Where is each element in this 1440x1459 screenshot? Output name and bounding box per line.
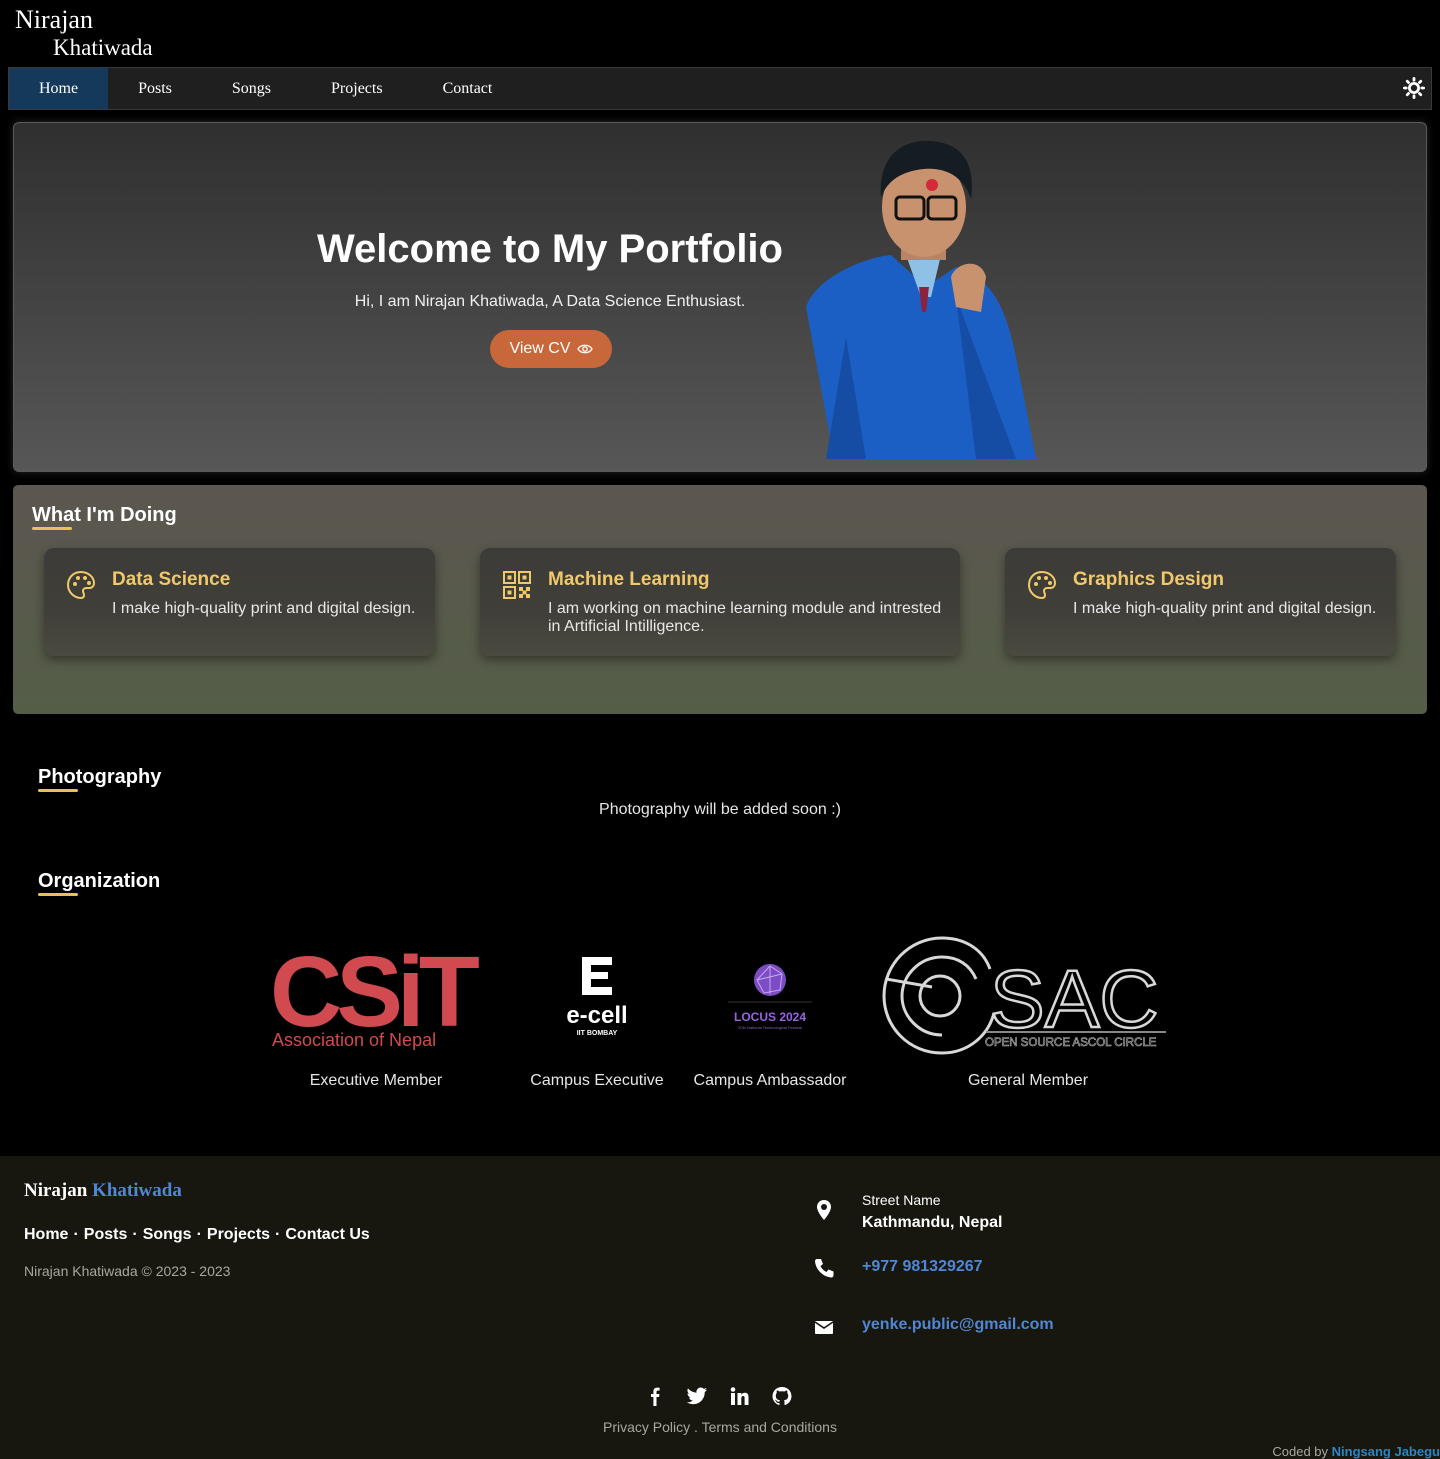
footer-link-home[interactable]: Home: [24, 1226, 68, 1244]
ecell-logo-sub: IIT BOMBAY: [577, 1030, 618, 1037]
coded-by: Coded by Ningsang Jabegu: [1272, 1444, 1440, 1459]
eye-icon: [576, 344, 593, 354]
photography-heading: Photography: [38, 766, 162, 788]
hero-title: Welcome to My Portfolio: [317, 227, 783, 271]
email-link[interactable]: yenke.public@gmail.com: [862, 1316, 1054, 1334]
doing-underline: [32, 527, 72, 530]
nav-contact[interactable]: Contact: [413, 68, 523, 109]
organization-underline: [38, 893, 78, 896]
sun-icon[interactable]: [1403, 77, 1425, 99]
palette-icon: [1027, 570, 1057, 600]
organization-heading: Organization: [38, 870, 161, 892]
phone-icon: [815, 1259, 834, 1278]
nav-projects[interactable]: Projects: [301, 68, 413, 109]
view-cv-button[interactable]: View CV: [490, 330, 612, 368]
logo-first-name: Nirajan: [15, 5, 93, 34]
palette-icon: [66, 570, 96, 600]
navbar: Home Posts Songs Projects Contact: [8, 67, 1432, 110]
footer-nav: Home · Posts · Songs · Projects · Contac…: [24, 1226, 370, 1244]
footer-link-contact[interactable]: Contact Us: [285, 1226, 369, 1244]
map-marker-icon: [817, 1200, 831, 1220]
ecell-logo[interactable]: e-cell IIT BOMBAY: [560, 955, 634, 1037]
service-card-data-science: Data Science I make high-quality print a…: [44, 548, 435, 656]
profile-portrait: [806, 140, 1036, 459]
footer-link-songs[interactable]: Songs: [143, 1226, 192, 1244]
footer-link-posts[interactable]: Posts: [84, 1226, 128, 1244]
locus-logo-main: LOCUS 2024: [734, 1010, 806, 1024]
photography-underline: [38, 789, 78, 792]
card-description: I make high-quality print and digital de…: [1073, 600, 1377, 617]
card-description: I make high-quality print and digital de…: [112, 600, 416, 617]
footer-separator: ·: [132, 1226, 138, 1243]
address-label: Street Name: [862, 1192, 941, 1208]
org-role-locus: Campus Ambassador: [693, 1072, 847, 1089]
service-card-graphics-design: Graphics Design I make high-quality prin…: [1005, 548, 1396, 656]
hero-section: Welcome to My Portfolio Hi, I am Nirajan…: [13, 122, 1427, 472]
org-role-csit: Executive Member: [309, 1072, 443, 1089]
hero-subtitle: Hi, I am Nirajan Khatiwada, A Data Scien…: [354, 293, 746, 310]
footer-brand[interactable]: Nirajan Khatiwada: [24, 1180, 182, 1202]
footer-separator: ·: [275, 1226, 281, 1243]
card-description: I am working on machine learning module …: [548, 600, 942, 635]
org-role-sac: General Member: [967, 1072, 1089, 1089]
sac-logo-sub: OPEN SOURCE ASCOL CIRCLE: [985, 1037, 1157, 1049]
ecell-logo-main: e-cell: [566, 1002, 627, 1029]
doing-heading: What I'm Doing: [32, 504, 177, 526]
site-footer: Nirajan Khatiwada Home · Posts · Songs ·…: [0, 1156, 1440, 1459]
csit-logo-sub: Association of Nepal: [272, 1030, 436, 1050]
footer-separator: ·: [196, 1226, 202, 1243]
linkedin-icon[interactable]: [728, 1386, 750, 1406]
policy-links[interactable]: Privacy Policy . Terms and Conditions: [0, 1419, 1440, 1435]
nav-songs[interactable]: Songs: [202, 68, 301, 109]
service-card-machine-learning: Machine Learning I am working on machine…: [480, 548, 960, 656]
site-logo[interactable]: Nirajan Khatiwada: [15, 6, 153, 62]
view-cv-label: View CV: [509, 340, 571, 357]
address-value: Kathmandu, Nepal: [862, 1214, 1003, 1231]
twitter-icon[interactable]: [686, 1386, 708, 1406]
coded-by-author-link[interactable]: Ningsang Jabegu: [1332, 1444, 1440, 1459]
footer-separator: ·: [73, 1226, 79, 1243]
photography-placeholder-text: Photography will be added soon :): [599, 801, 841, 818]
coded-by-label: Coded by: [1272, 1444, 1329, 1459]
card-title: Data Science: [112, 569, 231, 590]
facebook-icon[interactable]: [644, 1386, 666, 1406]
github-icon[interactable]: [771, 1386, 793, 1406]
phone-link[interactable]: +977 981329267: [862, 1258, 983, 1276]
footer-brand-first: Nirajan: [24, 1180, 88, 1201]
card-title: Graphics Design: [1073, 569, 1224, 590]
footer-copyright: Nirajan Khatiwada © 2023 - 2023: [24, 1263, 231, 1279]
what-im-doing-section: What I'm Doing Data Science I make high-…: [13, 485, 1427, 714]
qrcode-icon: [503, 571, 531, 599]
sac-logo[interactable]: SAC OPEN SOURCE ASCOL CIRCLE: [882, 935, 1170, 1059]
csit-logo[interactable]: CSiT Association of Nepal: [270, 938, 482, 1052]
nav-home[interactable]: Home: [9, 68, 109, 109]
logo-last-name: Khatiwada: [53, 35, 153, 60]
locus-logo[interactable]: LOCUS 2024 20th National Technological F…: [724, 960, 816, 1032]
card-title: Machine Learning: [548, 569, 710, 590]
nav-posts[interactable]: Posts: [108, 68, 202, 109]
locus-logo-sub: 20th National Technological Festival: [738, 1025, 802, 1030]
footer-brand-last: Khatiwada: [92, 1180, 182, 1201]
footer-link-projects[interactable]: Projects: [207, 1226, 270, 1244]
envelope-icon: [814, 1321, 834, 1334]
